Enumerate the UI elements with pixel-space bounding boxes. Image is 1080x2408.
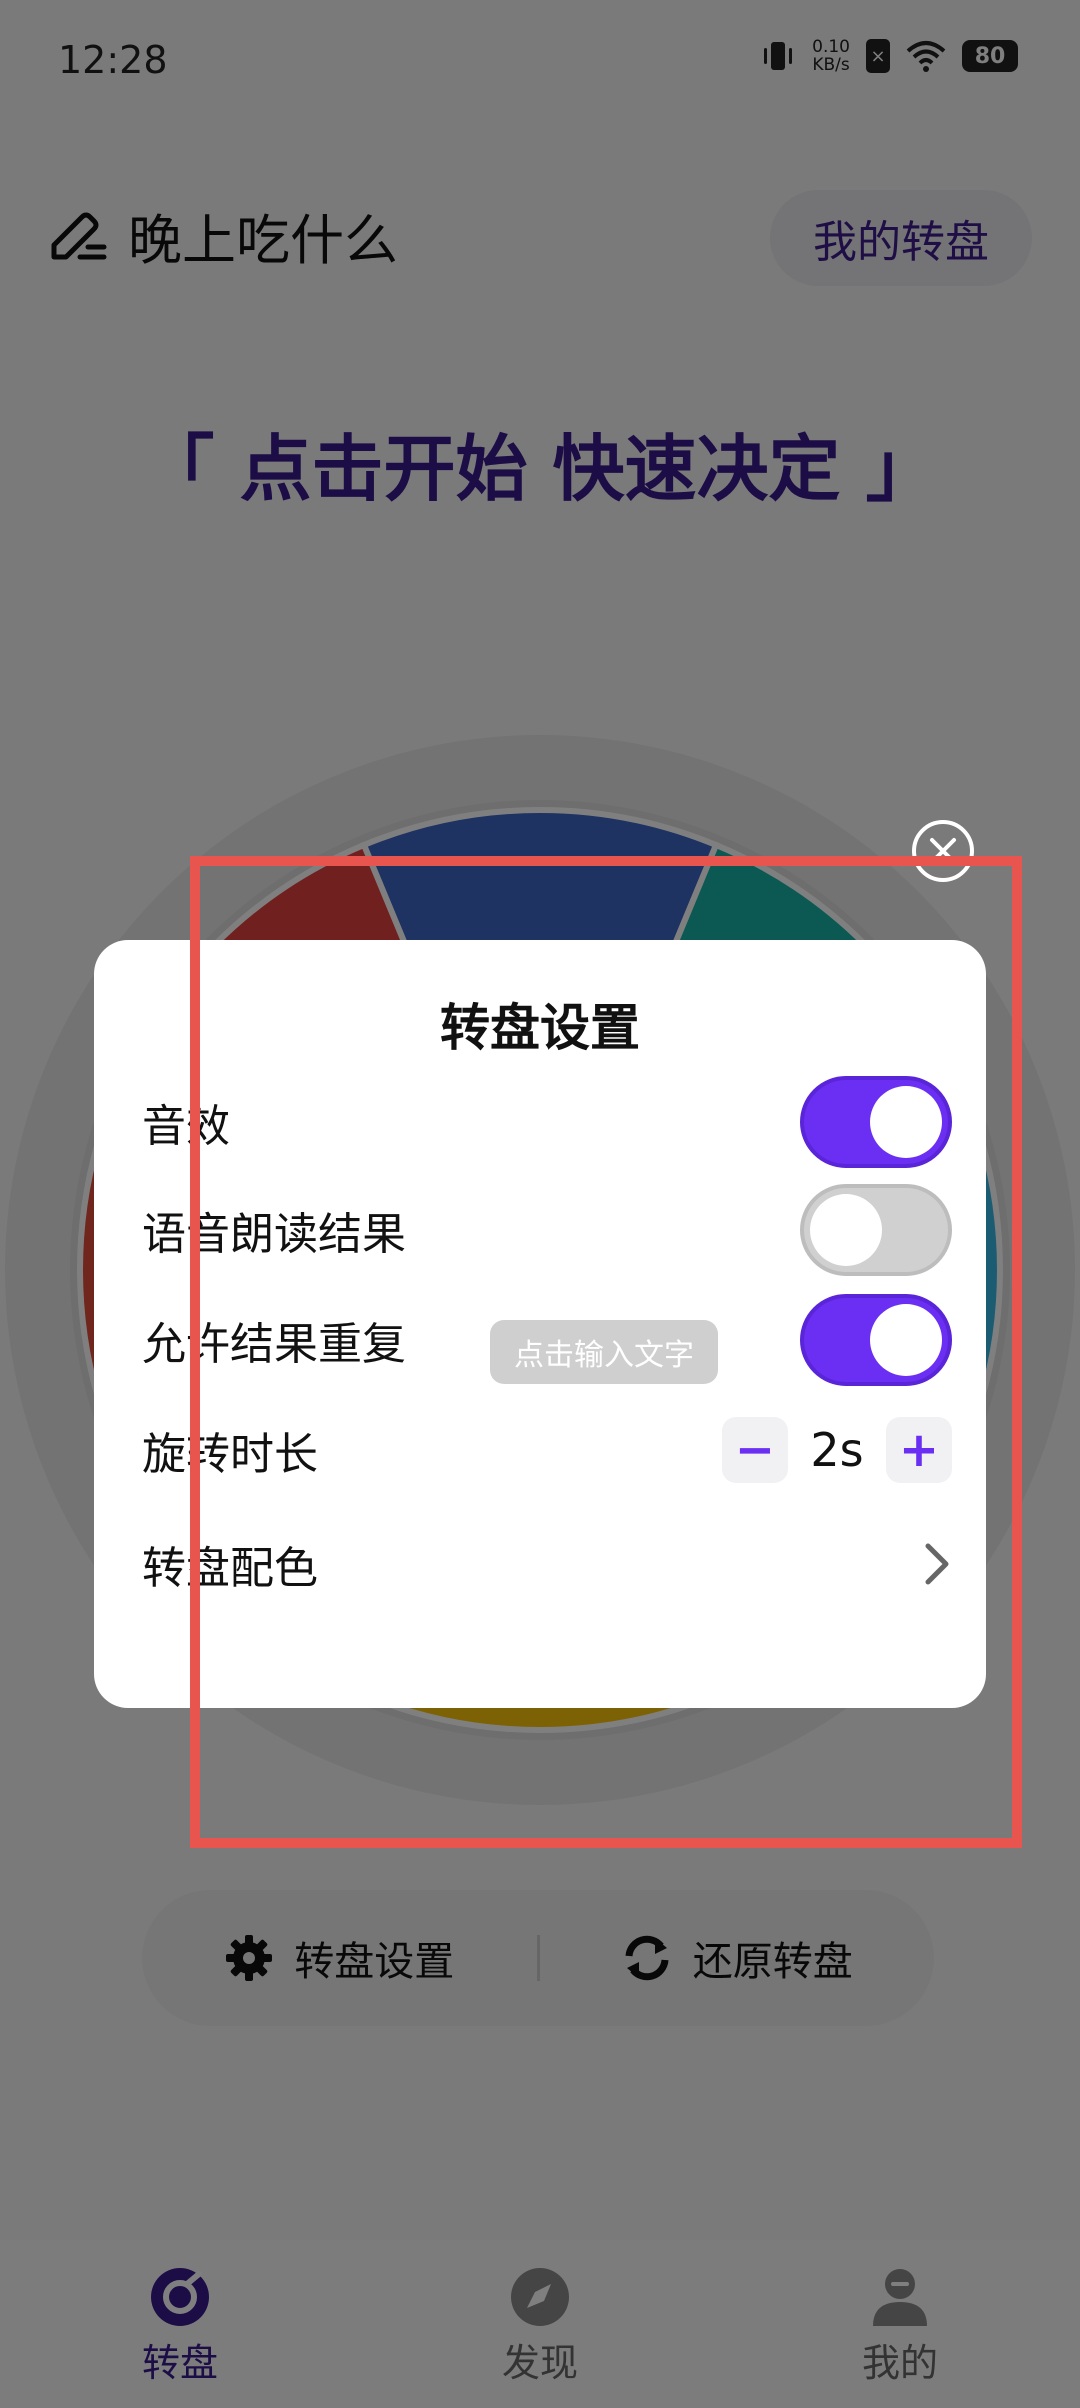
highlight-box bbox=[190, 856, 1022, 1848]
